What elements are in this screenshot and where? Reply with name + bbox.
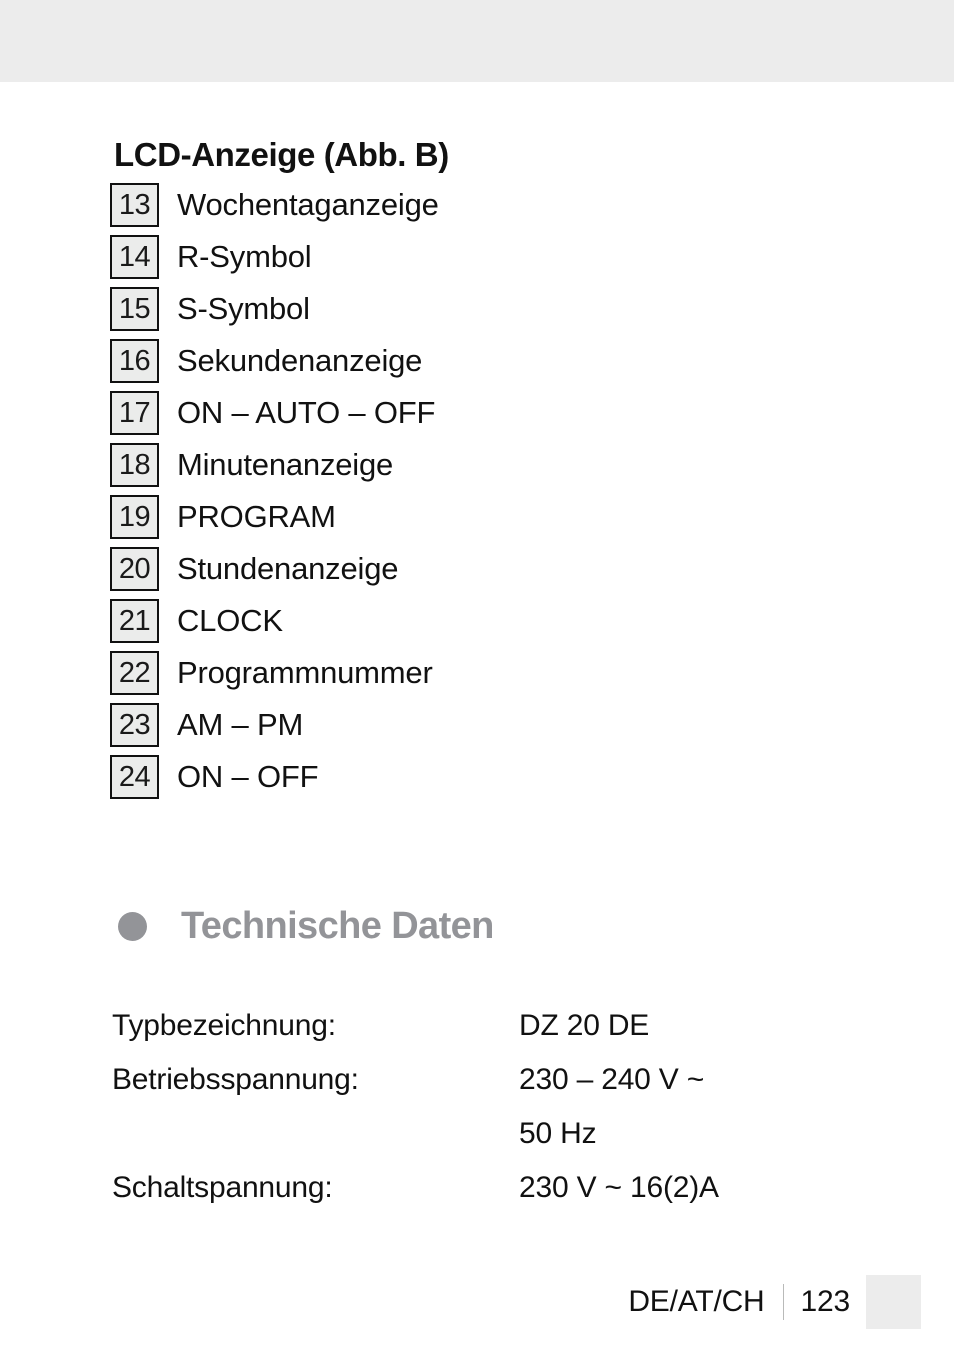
legend-item-label: ON – AUTO – OFF: [177, 395, 436, 431]
table-row: Schaltspannung: 230 V ~ 16(2)A: [112, 1171, 870, 1225]
legend-number-box: 17: [110, 391, 159, 436]
legend-number-box: 14: [110, 235, 159, 280]
legend-number-box: 20: [110, 547, 159, 592]
footer-inner: DE/AT/CH 123: [628, 1275, 921, 1329]
page-footer: DE/AT/CH 123: [0, 1275, 954, 1329]
page-number: 123: [800, 1285, 851, 1318]
lcd-legend-list: 13 Wochentaganzeige 14 R-Symbol 15 S-Sym…: [110, 179, 870, 803]
page-title: LCD-Anzeige (Abb. B): [114, 136, 449, 173]
legend-item-label: ON – OFF: [177, 759, 319, 795]
spec-value: 230 – 240 V ~: [519, 1063, 705, 1097]
legend-item-label: Minutenanzeige: [177, 447, 394, 483]
technical-data-heading-label: Technische Daten: [181, 905, 494, 948]
page-content: LCD-Anzeige (Abb. B) 13 Wochentaganzeige…: [110, 82, 870, 1225]
list-item: 20 Stundenanzeige: [110, 543, 870, 595]
list-item: 23 AM – PM: [110, 699, 870, 751]
legend-item-label: S-Symbol: [177, 291, 310, 327]
legend-item-label: Wochentaganzeige: [177, 187, 439, 223]
list-item: 16 Sekundenanzeige: [110, 335, 870, 387]
filled-circle-icon: [118, 912, 147, 942]
legend-item-label: Sekundenanzeige: [177, 343, 423, 379]
footer-locale-label: DE/AT/CH: [628, 1285, 765, 1318]
legend-item-label: PROGRAM: [177, 499, 336, 535]
legend-number-box: 23: [110, 703, 159, 748]
spec-label: Betriebsspannung:: [112, 1063, 359, 1097]
table-row: 50 Hz: [112, 1117, 870, 1171]
spec-value: 50 Hz: [519, 1117, 597, 1151]
spec-value: DZ 20 DE: [519, 1009, 650, 1043]
list-item: 13 Wochentaganzeige: [110, 179, 870, 231]
legend-number-box: 18: [110, 443, 159, 488]
legend-number-box: 21: [110, 599, 159, 644]
legend-item-label: Stundenanzeige: [177, 551, 399, 587]
legend-number-box: 19: [110, 495, 159, 540]
list-item: 17 ON – AUTO – OFF: [110, 387, 870, 439]
spec-label: Typbezeichnung:: [112, 1009, 336, 1043]
footer-divider: [782, 1284, 784, 1320]
legend-item-label: AM – PM: [177, 707, 304, 743]
list-item: 14 R-Symbol: [110, 231, 870, 283]
technical-data-heading: Technische Daten: [118, 905, 870, 948]
footer-color-swatch: [866, 1275, 921, 1329]
list-item: 18 Minutenanzeige: [110, 439, 870, 491]
list-item: 21 CLOCK: [110, 595, 870, 647]
spec-label: Schaltspannung:: [112, 1171, 333, 1205]
table-row: Betriebsspannung: 230 – 240 V ~: [112, 1063, 870, 1117]
legend-number-box: 15: [110, 287, 159, 332]
technical-specifications-table: Typbezeichnung: DZ 20 DE Betriebsspannun…: [112, 1009, 870, 1225]
legend-item-label: R-Symbol: [177, 239, 312, 275]
legend-item-label: CLOCK: [177, 603, 283, 639]
list-item: 24 ON – OFF: [110, 751, 870, 803]
page-top-bleed-band: [0, 0, 954, 82]
list-item: 22 Programmnummer: [110, 647, 870, 699]
list-item: 19 PROGRAM: [110, 491, 870, 543]
legend-number-box: 13: [110, 183, 159, 228]
legend-item-label: Programmnummer: [177, 655, 433, 691]
list-item: 15 S-Symbol: [110, 283, 870, 335]
spec-value: 230 V ~ 16(2)A: [519, 1171, 719, 1205]
table-row: Typbezeichnung: DZ 20 DE: [112, 1009, 870, 1063]
legend-number-box: 16: [110, 339, 159, 384]
legend-number-box: 24: [110, 755, 159, 800]
legend-number-box: 22: [110, 651, 159, 696]
